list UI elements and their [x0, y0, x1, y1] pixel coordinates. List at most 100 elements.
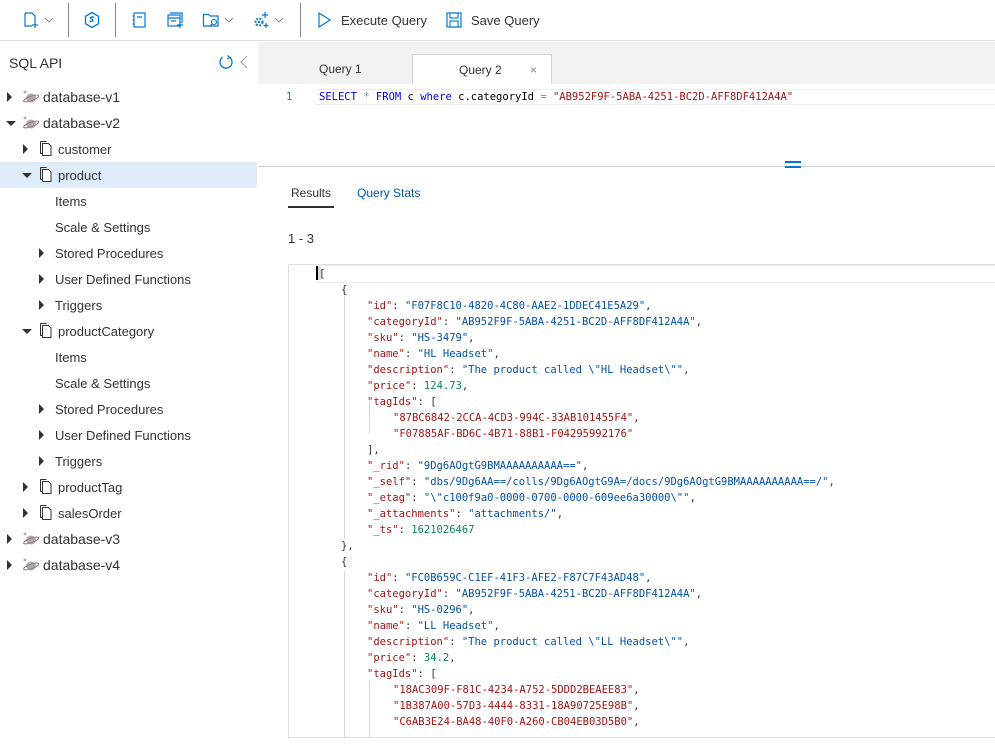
sql-query-text[interactable]: SELECT * FROM c where c.categoryId = "AB… [319, 91, 793, 103]
cosmos-shell-button[interactable] [77, 0, 107, 41]
execute-query-button[interactable]: Execute Query [309, 0, 433, 41]
new-container-button[interactable] [16, 0, 60, 41]
results-json-viewer[interactable]: [{"id": "F07F8C10-4820-4C80-AAE2-1DDEC41… [288, 264, 995, 738]
json-punctuation: : [392, 300, 405, 312]
collapsed-caret-icon[interactable] [39, 274, 44, 284]
collapsed-caret-icon[interactable] [39, 404, 44, 414]
tree-item-user-defined-functions[interactable]: User Defined Functions [0, 266, 257, 292]
expanded-caret-icon[interactable] [22, 329, 32, 334]
tree-item-scale-settings[interactable]: Scale & Settings [0, 214, 257, 240]
json-value: "1B387A00-57D3-4444-8331-18A90725E98B" [393, 700, 634, 712]
json-line: "C6AB3E24-BA48-40F0-A260-CB04EB03D5B0", [393, 714, 640, 730]
json-value: 1621026467 [411, 524, 475, 536]
refresh-icon[interactable] [218, 54, 234, 70]
sidebar-header: SQL API [0, 42, 257, 84]
tree-item-salesorder[interactable]: salesOrder [0, 500, 257, 526]
json-key: "tagIds" [367, 396, 418, 408]
expanded-caret-icon[interactable] [22, 173, 32, 178]
json-value: "The product called \"HL Headset\"" [461, 364, 684, 376]
tree-item-database-v2[interactable]: database-v2 [0, 110, 257, 136]
collapsed-caret-icon[interactable] [39, 300, 44, 310]
settings-menu-button[interactable] [246, 0, 290, 41]
json-value: "HS-0296" [411, 604, 469, 616]
collapsed-caret-icon[interactable] [7, 92, 12, 102]
json-line: "categoryId": "AB952F9F-5ABA-4251-BC2D-A… [367, 586, 702, 602]
json-key: "_ts" [367, 524, 399, 536]
container-icon [39, 322, 53, 341]
collapsed-caret-icon[interactable] [7, 560, 12, 570]
new-sql-query-button[interactable] [160, 0, 190, 41]
database-icon [22, 531, 40, 550]
json-key: "sku" [367, 604, 399, 616]
database-icon [22, 557, 40, 576]
json-punctuation: , [683, 636, 690, 648]
tree-item-database-v3[interactable]: database-v3 [0, 526, 257, 552]
open-query-button[interactable] [196, 0, 240, 41]
collapsed-caret-icon[interactable] [23, 482, 28, 492]
collapsed-caret-icon[interactable] [39, 248, 44, 258]
tree-item-label: Items [55, 193, 87, 209]
json-line: "tagIds": [ [367, 666, 437, 682]
sql-token: c.categoryId [451, 91, 541, 103]
collapse-panel-icon[interactable] [239, 54, 249, 70]
tree-item-database-v1[interactable]: database-v1 [0, 84, 257, 110]
json-line: "name": "LL Headset", [367, 618, 500, 634]
json-line: "1B387A00-57D3-4444-8331-18A90725E98B", [393, 698, 640, 714]
tab-query-1[interactable]: Query 1 [258, 54, 413, 84]
sql-token: SELECT [319, 91, 357, 103]
tree-item-items[interactable]: Items [0, 344, 257, 370]
sql-token: where [420, 91, 452, 103]
sql-editor[interactable]: 1 SELECT * FROM c where c.categoryId = "… [258, 84, 995, 166]
tree-item-producttag[interactable]: productTag [0, 474, 257, 500]
json-line: "sku": "HS-3479", [367, 330, 475, 346]
json-line: "_etag": "\"c100f9a0-0000-0700-0000-609e… [367, 490, 696, 506]
collapsed-caret-icon[interactable] [23, 144, 28, 154]
tree-item-stored-procedures[interactable]: Stored Procedures [0, 396, 257, 422]
json-punctuation: : [442, 316, 456, 328]
close-tab-icon[interactable]: × [530, 63, 537, 77]
json-key: "_etag" [367, 492, 412, 504]
json-value: "HS-3479" [411, 332, 469, 344]
tree-item-label: User Defined Functions [55, 427, 191, 443]
tree-item-customer[interactable]: customer [0, 136, 257, 162]
tree-item-productcategory[interactable]: productCategory [0, 318, 257, 344]
sql-token: c [401, 91, 421, 103]
collapsed-caret-icon[interactable] [39, 456, 44, 466]
json-punctuation: , [695, 588, 703, 600]
json-value: "F07F8C10-4820-4C80-AAE2-1DDEC41E5A29" [404, 300, 646, 312]
new-notebook-button[interactable] [124, 0, 154, 41]
tree-item-product[interactable]: product [0, 162, 257, 188]
tree-item-scale-settings[interactable]: Scale & Settings [0, 370, 257, 396]
results-tabs: Results Query Stats [288, 184, 443, 208]
json-line: "_ts": 1621026467 [367, 522, 474, 538]
collapsed-caret-icon[interactable] [7, 534, 12, 544]
json-punctuation: , [645, 300, 652, 312]
collapsed-caret-icon[interactable] [39, 430, 44, 440]
tab-query-stats[interactable]: Query Stats [354, 184, 423, 208]
json-line: ], [367, 442, 380, 458]
json-punctuation: , [633, 412, 640, 424]
json-punctuation: , [828, 476, 835, 488]
expanded-caret-icon[interactable] [6, 121, 16, 126]
line-number: 1 [286, 91, 293, 103]
json-key: "description" [367, 636, 450, 648]
tree-item-user-defined-functions[interactable]: User Defined Functions [0, 422, 257, 448]
tab-query-2[interactable]: Query 2 × [412, 54, 552, 84]
collapsed-caret-icon[interactable] [23, 508, 28, 518]
tree-item-stored-procedures[interactable]: Stored Procedures [0, 240, 257, 266]
json-punctuation: , [683, 364, 690, 376]
json-punctuation: , [556, 508, 564, 520]
tree-item-triggers[interactable]: Triggers [0, 292, 257, 318]
json-punctuation: [ [319, 268, 326, 280]
tab-results[interactable]: Results [288, 184, 335, 208]
save-query-button[interactable]: Save Query [439, 0, 546, 41]
tree-item-database-v4[interactable]: database-v4 [0, 552, 257, 578]
tree-item-triggers[interactable]: Triggers [0, 448, 257, 474]
json-value: "F07885AF-BD6C-4B71-88B1-F04295992176" [393, 428, 634, 440]
splitter-drag-handle[interactable] [785, 161, 801, 169]
open-query-icon [202, 13, 219, 27]
tree-item-items[interactable]: Items [0, 188, 257, 214]
json-key: "name" [367, 620, 405, 632]
json-punctuation: : [411, 476, 424, 488]
tree-item-label: database-v2 [43, 115, 121, 131]
